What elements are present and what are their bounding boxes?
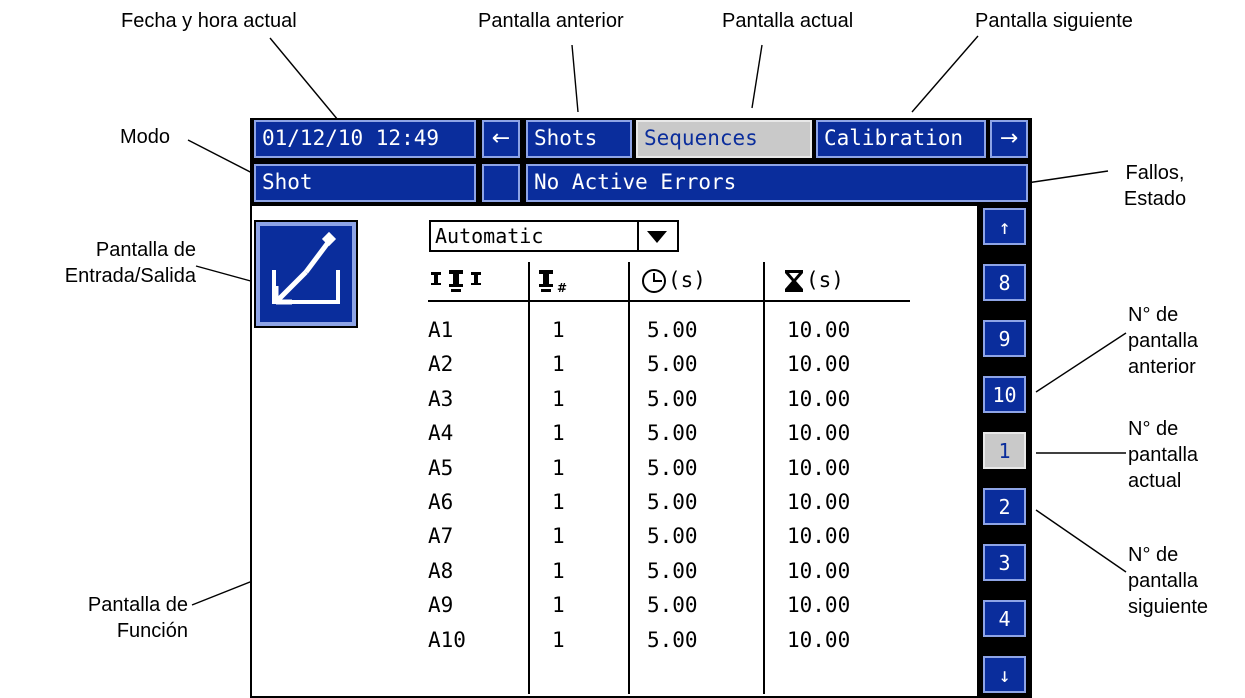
- callout-num-siguiente: N° de pantalla siguiente: [1128, 542, 1208, 620]
- callout-fecha: Fecha y hora actual: [121, 10, 297, 32]
- callout-fallos-line2: Estado: [1123, 188, 1187, 210]
- callout-num-actual-line2: pantalla: [1128, 444, 1199, 466]
- leader-fallos: [1019, 170, 1109, 185]
- table-cell[interactable]: 1: [552, 456, 565, 481]
- callout-funcion: Pantalla de Función: [20, 592, 188, 644]
- page-down-arrow-icon[interactable]: ↓: [983, 656, 1026, 693]
- table-cell[interactable]: 10.00: [787, 421, 850, 446]
- callout-entrada-line1: Pantalla de: [95, 239, 196, 261]
- table-cell[interactable]: A3: [428, 387, 453, 412]
- table-cell[interactable]: A10: [428, 628, 466, 653]
- leader-fecha: [269, 37, 339, 121]
- table-cell[interactable]: 5.00: [647, 318, 698, 343]
- leader-num-siguiente: [1035, 509, 1127, 573]
- page-number-button[interactable]: 4: [983, 600, 1026, 637]
- table-cell[interactable]: 10.00: [787, 593, 850, 618]
- table-cell[interactable]: 5.00: [647, 628, 698, 653]
- table-cell[interactable]: A1: [428, 318, 453, 343]
- callout-num-siguiente-line3: siguiente: [1128, 596, 1209, 618]
- table-cell[interactable]: 10.00: [787, 387, 850, 412]
- callout-num-anterior-line3: anterior: [1128, 356, 1196, 378]
- callout-funcion-line1: Pantalla de: [87, 594, 188, 616]
- mode-display: Shot: [254, 164, 476, 202]
- table-cell[interactable]: 10.00: [787, 456, 850, 481]
- callout-num-siguiente-line1: N° de: [1128, 544, 1179, 566]
- table-cell[interactable]: 10.00: [787, 490, 850, 515]
- table-cell[interactable]: 1: [552, 421, 565, 446]
- table-cell[interactable]: 1: [552, 559, 565, 584]
- table-cell[interactable]: 1: [552, 524, 565, 549]
- table-cell[interactable]: 10.00: [787, 628, 850, 653]
- function-screen: Automatic # (s) (s) A1 1 5.00 10.00 A2 1…: [252, 206, 977, 696]
- table-cell[interactable]: 5.00: [647, 490, 698, 515]
- page-number-button[interactable]: 9: [983, 320, 1026, 357]
- callout-fallos-line1: Fallos,: [1125, 162, 1185, 184]
- status-indicator: [482, 164, 520, 202]
- table-cell[interactable]: A2: [428, 352, 453, 377]
- table-cell[interactable]: 10.00: [787, 524, 850, 549]
- table-cell[interactable]: A8: [428, 559, 453, 584]
- table-cell[interactable]: A9: [428, 593, 453, 618]
- callout-num-anterior-line1: N° de: [1128, 304, 1179, 326]
- callout-num-anterior-line2: pantalla: [1128, 330, 1199, 352]
- leader-num-anterior: [1035, 332, 1127, 393]
- leader-siguiente: [911, 35, 979, 113]
- callout-pantalla-anterior: Pantalla anterior: [478, 10, 624, 32]
- callout-entrada-line2: Entrada/Salida: [64, 265, 196, 287]
- callout-num-siguiente-line2: pantalla: [1128, 570, 1199, 592]
- tab-shots[interactable]: Shots: [526, 120, 632, 158]
- callout-fallos: Fallos, Estado: [1110, 160, 1200, 212]
- next-screen-arrow-icon[interactable]: →: [990, 120, 1028, 158]
- table-cell[interactable]: 5.00: [647, 593, 698, 618]
- callout-pantalla-siguiente: Pantalla siguiente: [975, 10, 1133, 32]
- table-cell[interactable]: A4: [428, 421, 453, 446]
- tab-calibration[interactable]: Calibration: [816, 120, 986, 158]
- tab-sequences[interactable]: Sequences: [636, 120, 812, 158]
- callout-pantalla-actual: Pantalla actual: [722, 10, 854, 32]
- device-screen: 01/12/10 12:49 ← Shots Sequences Calibra…: [250, 118, 1032, 698]
- table-cell[interactable]: 5.00: [647, 421, 698, 446]
- leader-actual: [751, 44, 763, 109]
- table-cell[interactable]: 1: [552, 628, 565, 653]
- page-number-button[interactable]: 2: [983, 488, 1026, 525]
- table-cell[interactable]: A6: [428, 490, 453, 515]
- table-cell[interactable]: 1: [552, 387, 565, 412]
- datetime-display: 01/12/10 12:49: [254, 120, 476, 158]
- table-cell[interactable]: 1: [552, 490, 565, 515]
- callout-num-actual-line3: actual: [1128, 470, 1182, 492]
- callout-entrada-salida: Pantalla de Entrada/Salida: [10, 237, 196, 289]
- table-grid: [428, 262, 910, 694]
- table-cell[interactable]: 1: [552, 318, 565, 343]
- table-cell[interactable]: 10.00: [787, 559, 850, 584]
- table-cell[interactable]: 5.00: [647, 524, 698, 549]
- table-cell[interactable]: 10.00: [787, 352, 850, 377]
- page-number-button[interactable]: 1: [983, 432, 1026, 469]
- prev-screen-arrow-icon[interactable]: ←: [482, 120, 520, 158]
- page-number-button[interactable]: 10: [983, 376, 1026, 413]
- errors-status-display: No Active Errors: [526, 164, 1028, 202]
- callout-modo: Modo: [120, 126, 171, 148]
- table-cell[interactable]: A7: [428, 524, 453, 549]
- callout-num-actual-line1: N° de: [1128, 418, 1179, 440]
- callout-num-actual: N° de pantalla actual: [1128, 416, 1198, 494]
- table-cell[interactable]: 5.00: [647, 352, 698, 377]
- table-cell[interactable]: 5.00: [647, 559, 698, 584]
- callout-num-anterior: N° de pantalla anterior: [1128, 302, 1198, 380]
- leader-entrada: [195, 265, 259, 284]
- table-cell[interactable]: 5.00: [647, 387, 698, 412]
- table-cell[interactable]: 1: [552, 352, 565, 377]
- page-number-button[interactable]: 8: [983, 264, 1026, 301]
- table-cell[interactable]: A5: [428, 456, 453, 481]
- page-sidebar: ↑ 8 9 10 1 2 3 4 ↓: [979, 206, 1030, 698]
- leader-anterior: [571, 44, 579, 113]
- page-number-button[interactable]: 3: [983, 544, 1026, 581]
- callout-funcion-line2: Función: [116, 620, 188, 642]
- page-up-arrow-icon[interactable]: ↑: [983, 208, 1026, 245]
- table-cell[interactable]: 5.00: [647, 456, 698, 481]
- table-cell[interactable]: 1: [552, 593, 565, 618]
- table-cell[interactable]: 10.00: [787, 318, 850, 343]
